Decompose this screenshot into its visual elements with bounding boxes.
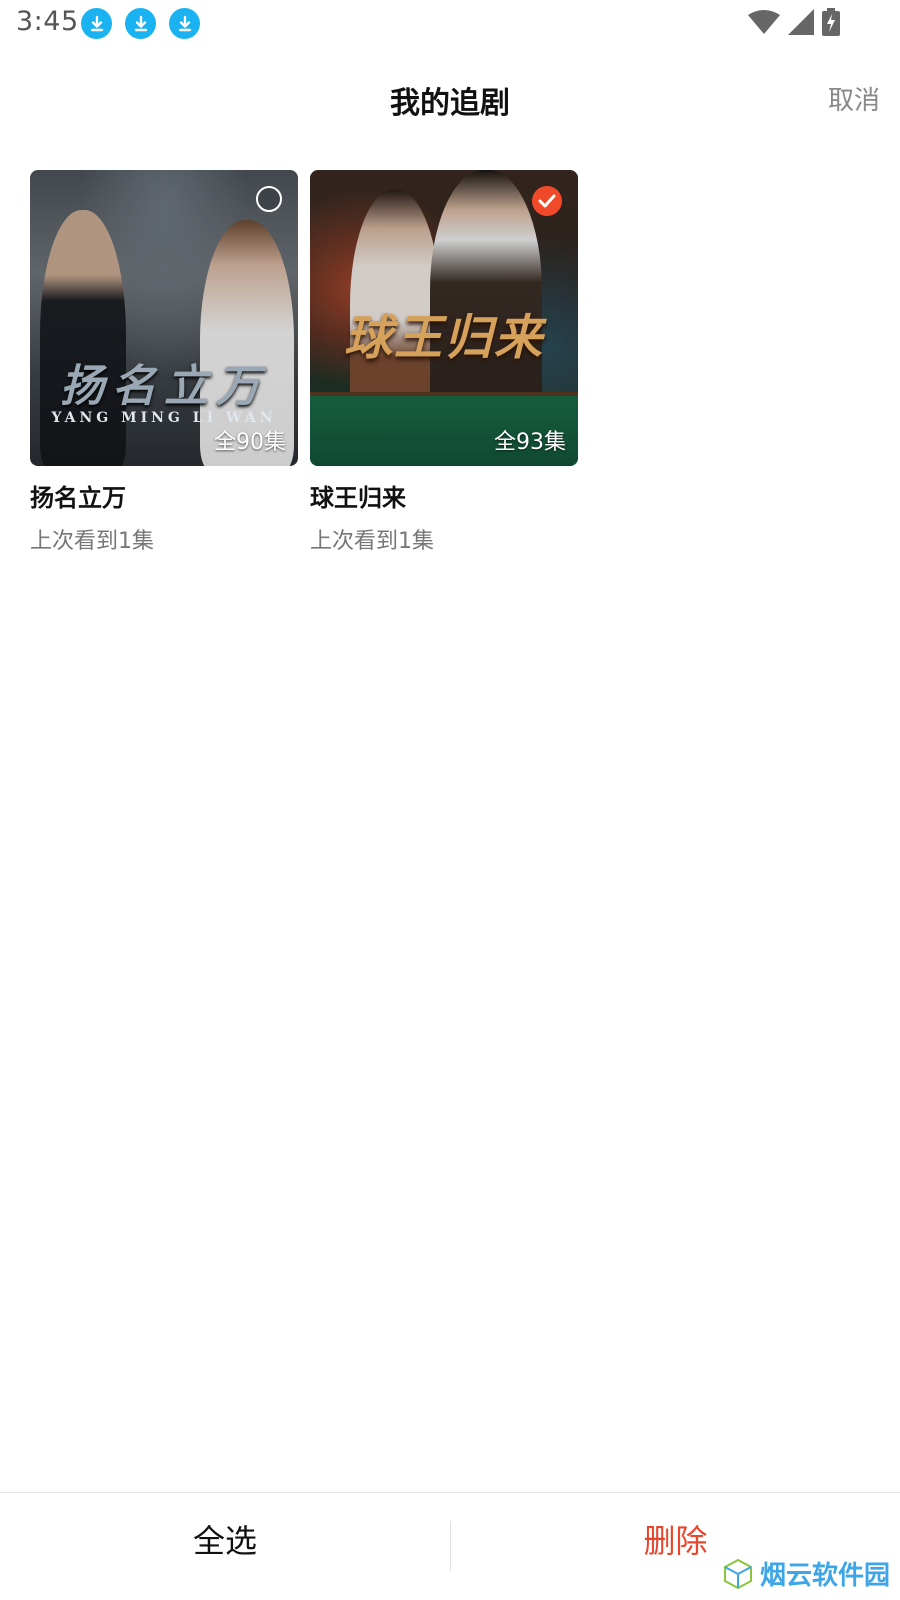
header: 我的追剧 取消 <box>0 60 900 140</box>
page-title: 我的追剧 <box>390 86 510 121</box>
cube-logo-icon <box>723 1558 752 1589</box>
drama-title: 扬名立万 <box>30 484 126 512</box>
poster-title-art: 扬名立万 <box>60 361 268 412</box>
drama-poster[interactable]: 扬名立万 YANG MING LI WAN 全90集 <box>30 170 298 466</box>
status-icons <box>748 8 840 36</box>
wifi-icon <box>748 10 780 34</box>
signal-icon <box>788 9 814 35</box>
watch-progress: 上次看到1集 <box>310 529 434 554</box>
watermark: 烟云软件园 <box>722 1555 890 1592</box>
drama-poster[interactable]: 球王归来 全93集 <box>310 170 578 466</box>
poster-title-art: 球王归来 <box>343 310 544 366</box>
watermark-text: 烟云软件园 <box>759 1561 890 1591</box>
watch-progress: 上次看到1集 <box>30 529 154 554</box>
battery-charging-icon <box>822 8 840 36</box>
status-time: 3:45 <box>16 6 79 37</box>
episode-count: 全90集 <box>214 430 286 455</box>
download-icon <box>81 8 112 39</box>
cancel-button[interactable]: 取消 <box>828 80 880 117</box>
screen: 3:45 我的追剧 取消 扬名立万 YANG MING LI WAN 全90集 … <box>0 0 900 1600</box>
download-icon <box>169 8 200 39</box>
download-icon <box>125 8 156 39</box>
status-bar: 3:45 <box>0 0 900 48</box>
select-checkbox-unchecked[interactable] <box>256 186 282 212</box>
select-all-button[interactable]: 全选 <box>0 1493 450 1585</box>
drama-grid: 扬名立万 YANG MING LI WAN 全90集 扬名立万 上次看到1集 球… <box>30 170 578 555</box>
check-icon <box>538 194 556 208</box>
drama-title: 球王归来 <box>310 484 406 512</box>
episode-count: 全93集 <box>494 430 566 455</box>
drama-card[interactable]: 球王归来 全93集 球王归来 上次看到1集 <box>310 170 578 555</box>
select-checkbox-checked[interactable] <box>532 186 562 216</box>
drama-card[interactable]: 扬名立万 YANG MING LI WAN 全90集 扬名立万 上次看到1集 <box>30 170 298 555</box>
notification-icons <box>81 8 200 39</box>
